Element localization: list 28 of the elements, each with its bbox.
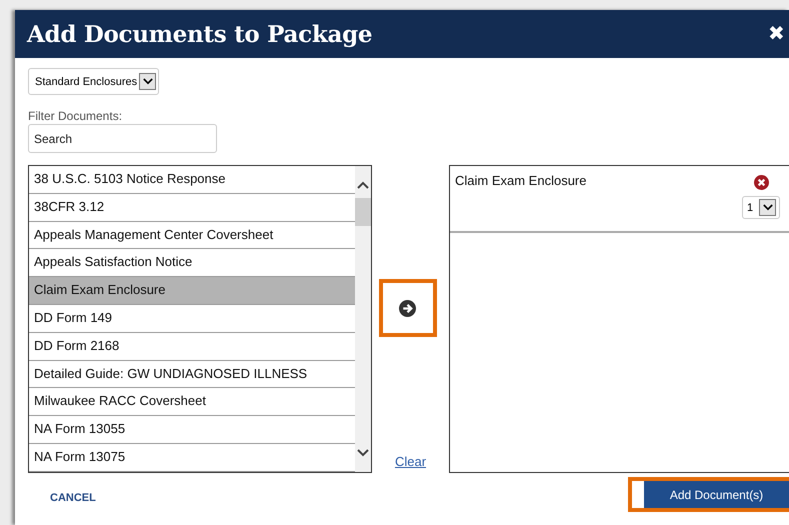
cancel-button[interactable]: CANCEL [44, 490, 102, 504]
scroll-thumb[interactable] [355, 198, 371, 226]
dialog-title: Add Documents to Package [27, 20, 372, 48]
arrow-circle-icon [399, 300, 416, 316]
package-item-name: Claim Exam Enclosure [455, 173, 586, 190]
document-item[interactable]: Detailed Guide: GW UNDIAGNOSED ILLNESS [29, 360, 355, 388]
document-item[interactable]: Claim Exam Enclosure [29, 277, 355, 305]
document-item[interactable]: Appeals Management Center Coversheet [29, 222, 355, 250]
search-field[interactable]: Search [28, 124, 217, 153]
document-item[interactable]: Milwaukee RACC Coversheet [29, 388, 355, 416]
document-item[interactable]: 38CFR 3.12 [29, 194, 355, 222]
document-item[interactable]: NA Form 13055 [29, 416, 355, 444]
add-documents-button[interactable]: Add Document(s) [644, 481, 789, 508]
quantity-select[interactable]: 1 [742, 196, 780, 219]
document-item[interactable]: 38 U.S.C. 5103 Notice Response [29, 166, 355, 194]
close-button[interactable]: ✖ [764, 24, 789, 44]
scroll-down-icon[interactable] [357, 448, 369, 458]
scrollbar[interactable] [355, 166, 371, 472]
category-select[interactable]: Standard Enclosures [28, 68, 160, 95]
dropdown-icon [139, 73, 156, 90]
remove-icon[interactable] [754, 175, 768, 190]
dropdown-icon [759, 199, 776, 216]
scroll-up-icon[interactable] [357, 180, 369, 190]
clear-link[interactable]: Clear [394, 454, 426, 469]
document-item[interactable]: NA Form 13075 [29, 444, 355, 472]
filter-label: Filter Documents: [28, 109, 124, 123]
document-item[interactable]: DD Form 2168 [29, 332, 355, 361]
document-item[interactable]: DD Form 149 [29, 304, 355, 333]
